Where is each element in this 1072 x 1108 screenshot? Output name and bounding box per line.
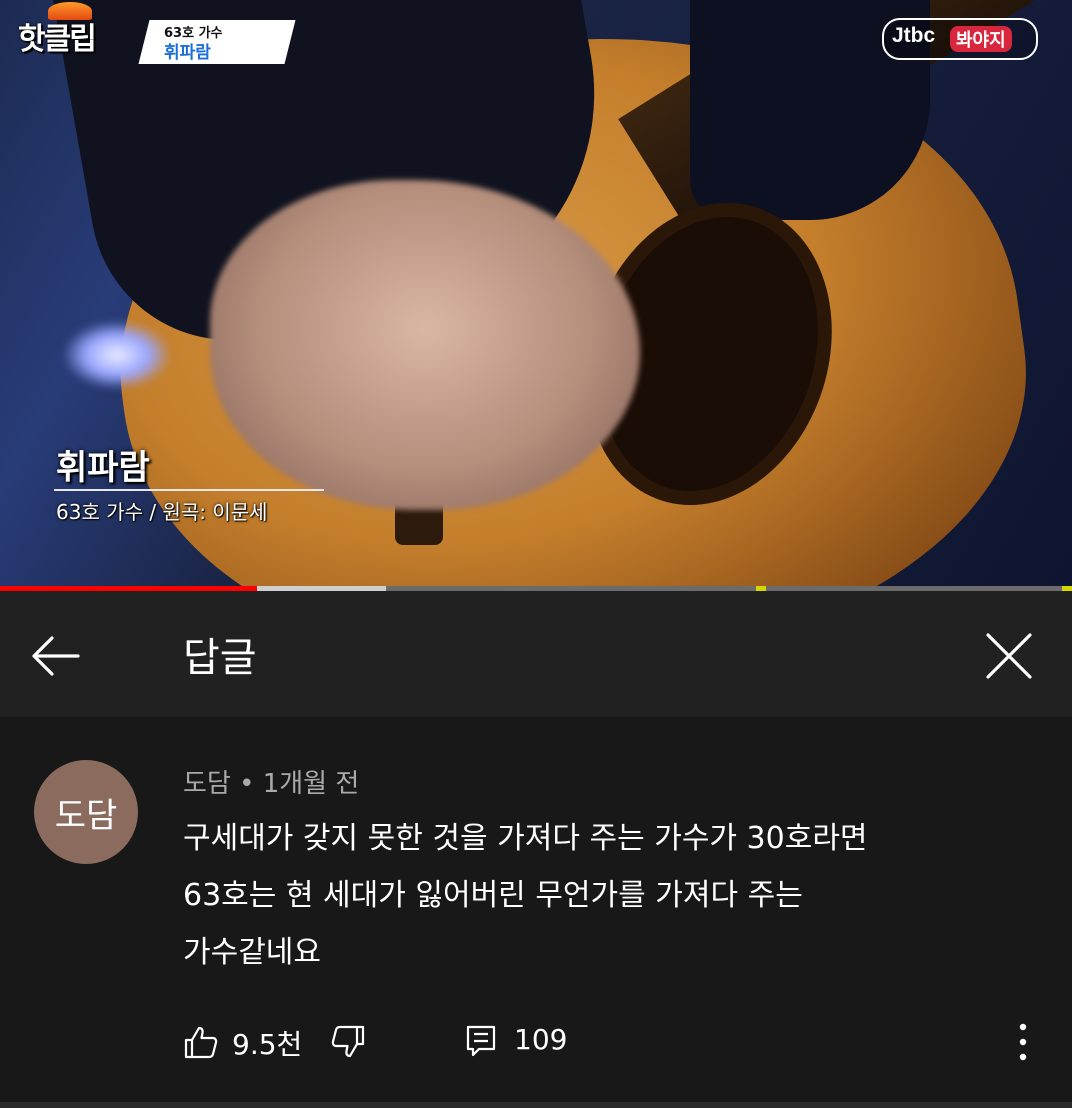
close-button[interactable] — [980, 627, 1038, 685]
like-count: 9.5천 — [232, 1028, 303, 1061]
video-player[interactable]: 핫클립 63호 가수 휘파람 Jtbc 봐야지 휘파람 63호 가수 / 원곡:… — [0, 0, 1072, 586]
replies-header: 답글 — [0, 591, 1072, 717]
reply-button[interactable] — [465, 1024, 497, 1060]
channel-logo: Jtbc 봐야지 — [882, 18, 1038, 60]
comment-actions: 9.5천 109 — [0, 1015, 1072, 1069]
comment-line: 구세대가 갖지 못한 것을 가져다 주는 가수가 30호라면 — [183, 821, 868, 856]
page-title: 답글 — [183, 635, 257, 681]
avatar[interactable]: 도담 — [34, 760, 138, 864]
logo-song: 휘파람 — [164, 43, 211, 63]
dislike-button[interactable] — [330, 1024, 366, 1060]
caption-divider — [54, 489, 324, 491]
show-logo: 핫클립 63호 가수 휘파람 — [18, 2, 296, 66]
comment-text: 구세대가 갖지 못한 것을 가져다 주는 가수가 30호라면 63호는 현 세대… — [183, 810, 1043, 981]
caption-title: 휘파람 — [56, 448, 150, 488]
comment-meta: 도담 • 1개월 전 — [183, 763, 359, 800]
thumbs-up-icon — [184, 1026, 218, 1059]
comment-author[interactable]: 도담 — [183, 769, 231, 799]
channel-logo-right: 봐야지 — [950, 26, 1012, 52]
meta-separator: • — [239, 769, 255, 799]
comment-line: 가수같네요 — [183, 935, 321, 970]
back-button[interactable] — [28, 628, 84, 684]
reply-count: 109 — [514, 1023, 568, 1056]
reply-icon — [466, 1025, 496, 1057]
stage-light — [62, 320, 172, 390]
thumbs-down-icon — [331, 1025, 365, 1058]
caption-subtitle: 63호 가수 / 원곡: 이문세 — [56, 500, 268, 524]
avatar-text: 도담 — [54, 795, 118, 836]
bottom-edge — [0, 1102, 1072, 1108]
comment-line: 63호는 현 세대가 잃어버린 무언가를 가져다 주는 — [183, 878, 803, 913]
logo-badge: 핫클립 — [18, 22, 97, 57]
channel-logo-left: Jtbc — [892, 24, 936, 47]
more-options-button[interactable] — [1010, 1019, 1036, 1065]
close-icon — [986, 633, 1032, 679]
like-button[interactable] — [183, 1024, 219, 1060]
more-vert-icon — [1019, 1023, 1027, 1061]
comment-time: 1개월 전 — [262, 769, 360, 799]
arrow-left-icon — [32, 636, 80, 676]
